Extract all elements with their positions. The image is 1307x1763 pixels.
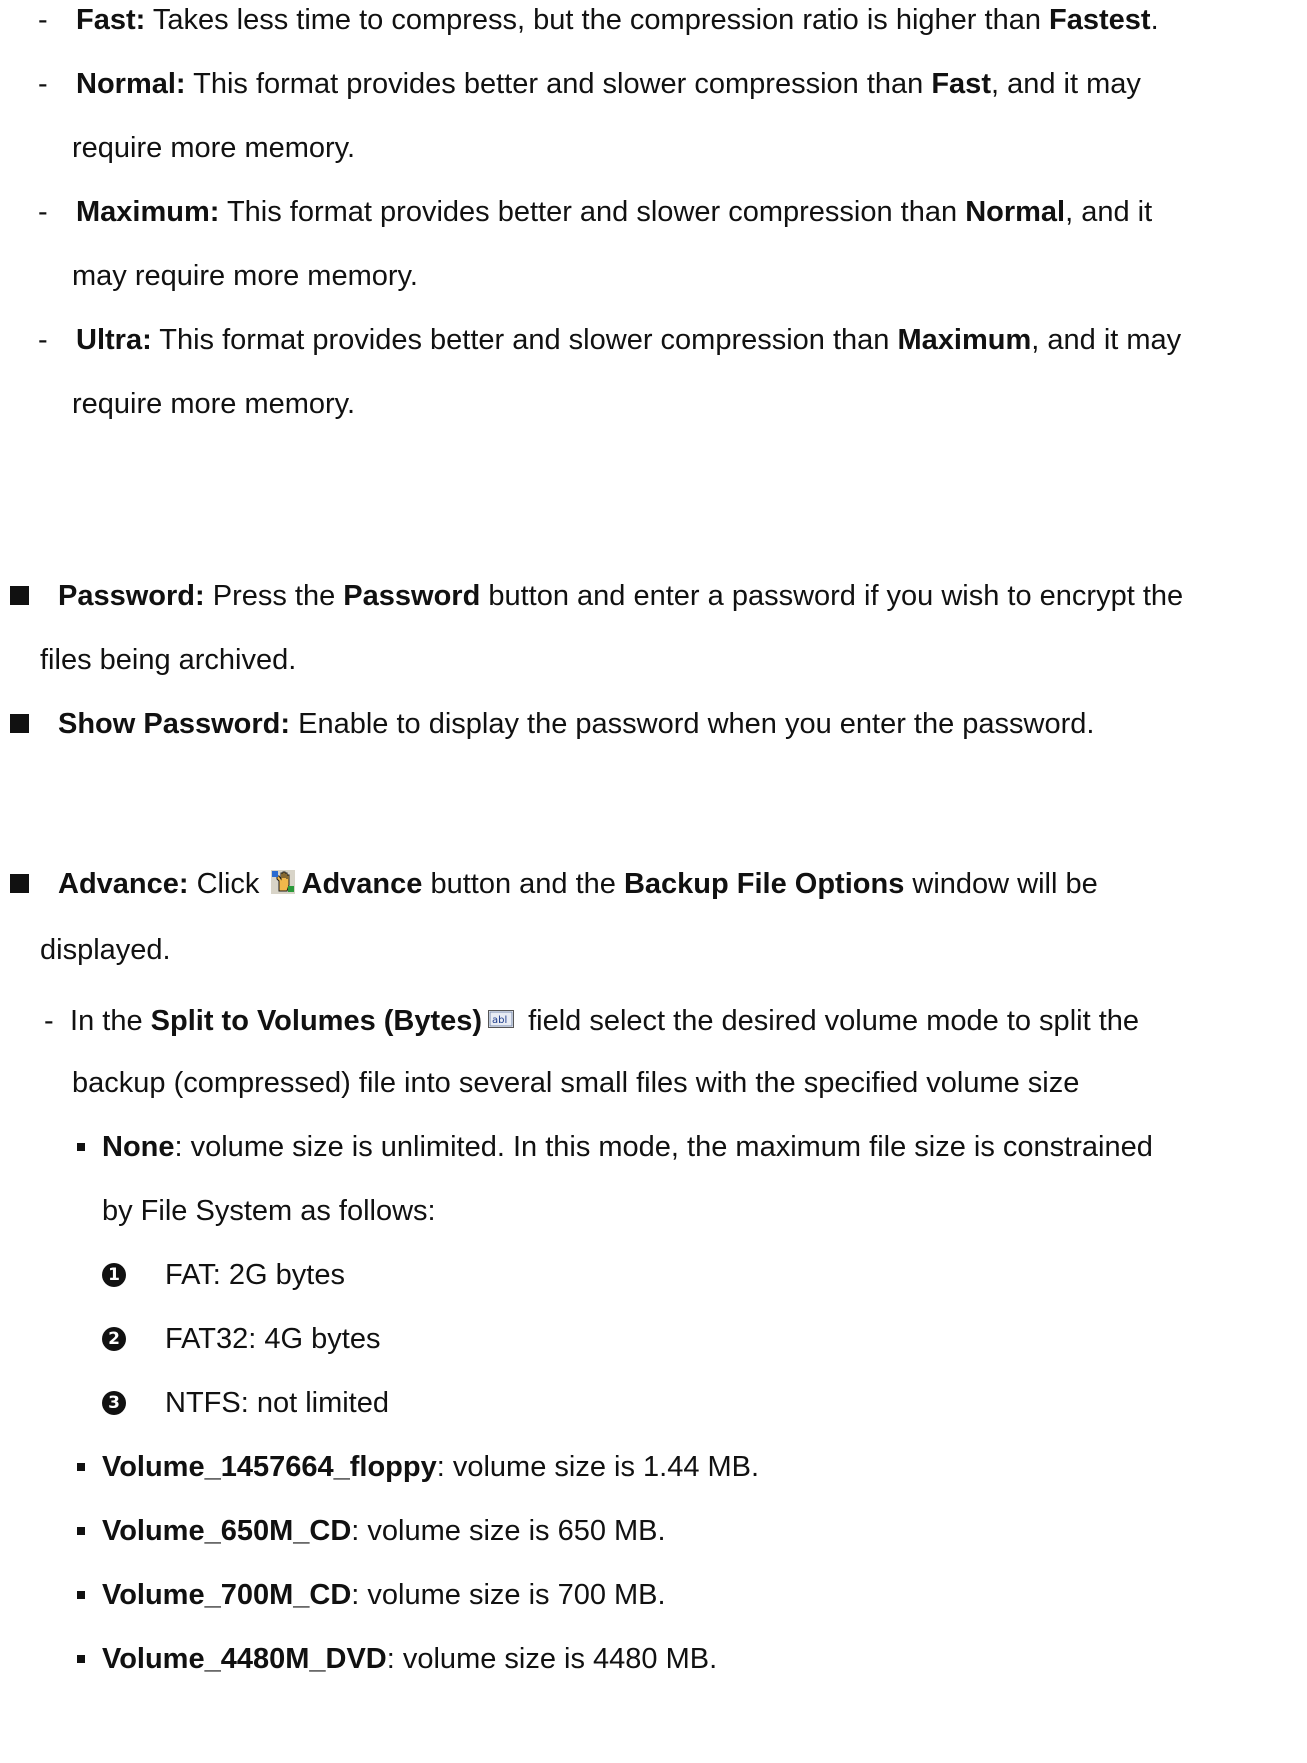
level-text-after: , and it may (1031, 324, 1182, 356)
list-dash: - (38, 196, 48, 228)
advance-cont: displayed. (40, 934, 171, 966)
volume-option: Volume_700M_CD: volume size is 700 MB. (77, 1577, 1077, 1613)
text-field-icon: abl (488, 1001, 515, 1028)
password-cont: files being archived. (40, 644, 297, 676)
filesystem-item: 3 NTFS: not limited (102, 1385, 702, 1421)
filesystem-text: FAT: 2G bytes (165, 1259, 345, 1291)
bullet-small-square-icon (77, 1527, 85, 1535)
level-name: Ultra: (76, 324, 152, 356)
password-text-2: button and enter a password if you wish … (480, 580, 1184, 612)
level-ref: Maximum (897, 324, 1032, 356)
bullet-small-square-icon (77, 1591, 85, 1599)
volume-option-text: : volume size is 4480 MB. (386, 1643, 718, 1675)
level-name: Maximum: (76, 196, 220, 228)
filesystem-item: 2 FAT32: 4G bytes (102, 1321, 702, 1357)
filesystem-item: 1 FAT: 2G bytes (102, 1257, 702, 1293)
level-text: This format provides better and slower c… (151, 324, 898, 356)
show-password-label: Show Password: (58, 708, 291, 740)
volume-option-name: Volume_700M_CD (102, 1579, 352, 1611)
level-ultra: - Ultra: This format provides better and … (38, 322, 1181, 358)
split-text-2: field select the desired volume mode to … (528, 1005, 1140, 1037)
level-ref: Normal (965, 196, 1066, 228)
volume-option: Volume_650M_CD: volume size is 650 MB. (77, 1513, 1077, 1549)
volume-option-text: : volume size is 650 MB. (351, 1515, 666, 1547)
none-option-cont: by File System as follows: (102, 1195, 436, 1227)
circled-number-icon: 1 (102, 1263, 126, 1287)
password-item: Password: Press the Password button and … (10, 578, 1300, 614)
circled-number-icon: 2 (102, 1327, 126, 1351)
svg-text:abl: abl (492, 1015, 507, 1026)
level-normal-cont: require more memory. (72, 132, 356, 164)
advance-button-ref: Advance (301, 868, 423, 900)
level-maximum: - Maximum: This format provides better an… (38, 194, 1152, 230)
list-dash: - (44, 1005, 54, 1037)
advance-window-ref: Backup File Options (623, 868, 905, 900)
none-option-text: : volume size is unlimited. In this mode… (174, 1131, 1153, 1163)
split-text: In the (62, 1005, 151, 1037)
filesystem-text: NTFS: not limited (165, 1387, 389, 1419)
list-dash: - (38, 324, 48, 356)
show-password-text: Enable to display the password when you … (290, 708, 1095, 740)
split-item: - In the Split to Volumes (Bytes) abl fiel… (44, 1001, 1139, 1039)
volume-option-text: : volume size is 1.44 MB. (436, 1451, 760, 1483)
volume-option-text: : volume size is 700 MB. (351, 1579, 666, 1611)
password-label: Password: (58, 580, 205, 612)
level-text: Takes less time to compress, but the com… (145, 4, 1050, 36)
advance-text-2: button and the (422, 868, 624, 900)
none-option: None: volume size is unlimited. In this … (77, 1129, 1297, 1165)
split-field-ref: Split to Volumes (Bytes) (150, 1005, 483, 1037)
advance-label: Advance: (58, 868, 189, 900)
bullet-square-icon (10, 874, 29, 893)
level-text: This format provides better and slower c… (219, 196, 966, 228)
level-normal: - Normal: This format provides better and… (38, 66, 1141, 102)
level-text: This format provides better and slower c… (185, 68, 932, 100)
volume-option-name: Volume_650M_CD (102, 1515, 352, 1547)
level-text-after: . (1150, 4, 1159, 36)
level-name: Fast: (76, 4, 146, 36)
volume-option-name: Volume_4480M_DVD (102, 1643, 387, 1675)
bullet-small-square-icon (77, 1463, 85, 1471)
advance-hand-icon (270, 868, 296, 894)
none-option-name: None (102, 1131, 175, 1163)
list-dash: - (38, 4, 48, 36)
show-password-item: Show Password: Enable to display the pas… (10, 706, 1300, 742)
bullet-small-square-icon (77, 1143, 85, 1151)
level-name: Normal: (76, 68, 186, 100)
volume-option-name: Volume_1457664_floppy (102, 1451, 437, 1483)
bullet-square-icon (10, 586, 29, 605)
advance-item: Advance: Click Advance button and the Ba… (10, 866, 1300, 906)
list-dash: - (38, 68, 48, 100)
advance-text-3: window will be (904, 868, 1098, 900)
volume-option: Volume_4480M_DVD: volume size is 4480 MB… (77, 1641, 1077, 1677)
level-text-after: , and it (1065, 196, 1153, 228)
password-text: Press the (204, 580, 344, 612)
volume-option: Volume_1457664_floppy: volume size is 1.… (77, 1449, 1077, 1485)
level-text-after: , and it may (990, 68, 1141, 100)
level-ref: Fastest (1049, 4, 1151, 36)
level-ultra-cont: require more memory. (72, 388, 356, 420)
bullet-square-icon (10, 714, 29, 733)
password-button-ref: Password (343, 580, 481, 612)
advance-text: Click (188, 868, 268, 900)
bullet-small-square-icon (77, 1655, 85, 1663)
level-ref: Fast (931, 68, 991, 100)
circled-number-icon: 3 (102, 1391, 126, 1415)
filesystem-text: FAT32: 4G bytes (165, 1323, 381, 1355)
level-maximum-cont: may require more memory. (72, 260, 418, 292)
split-cont: backup (compressed) file into several sm… (72, 1067, 1080, 1099)
level-fast: - Fast: Takes less time to compress, but … (38, 2, 1159, 38)
